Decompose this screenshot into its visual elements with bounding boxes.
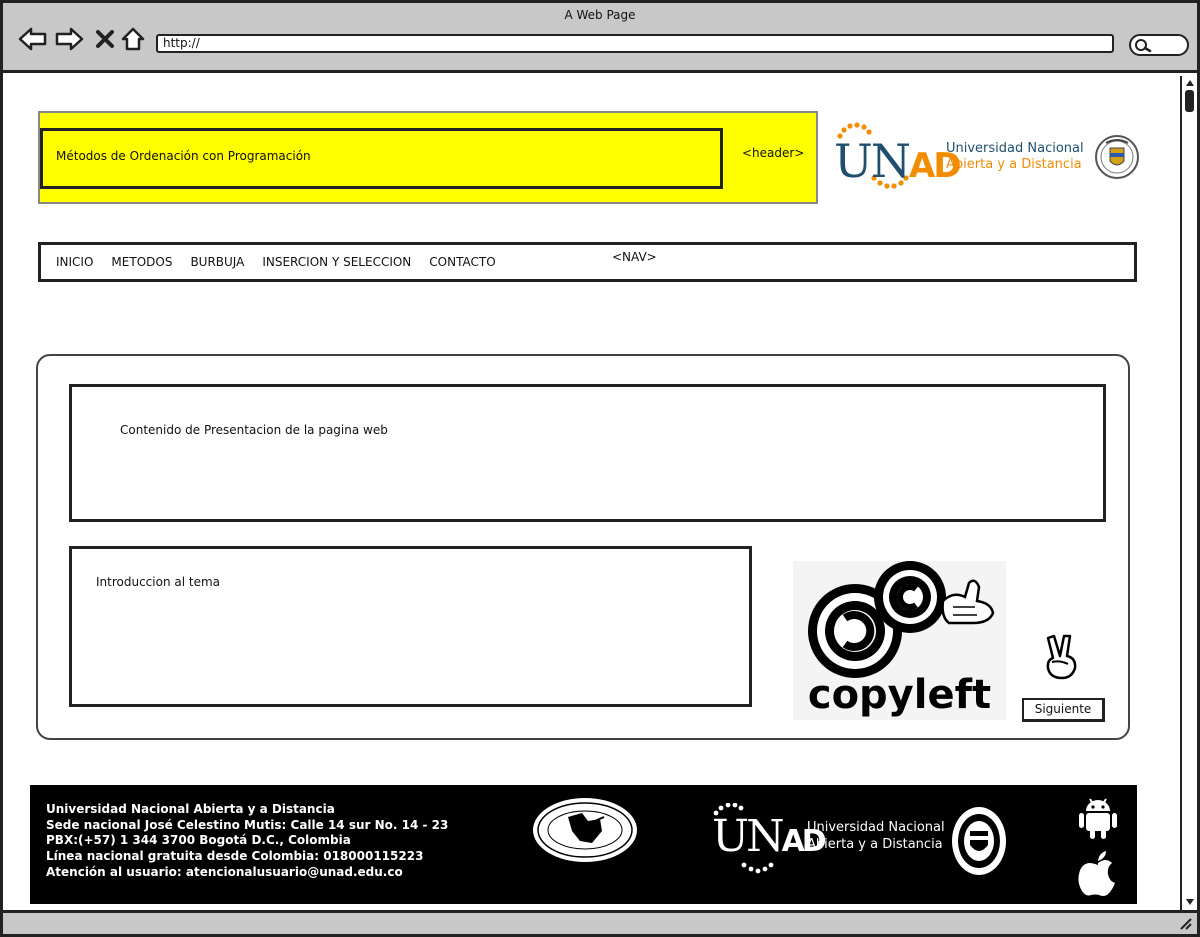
back-icon[interactable] [17,23,49,55]
certification-seal-icon [533,798,637,862]
vertical-scrollbar[interactable] [1180,76,1197,910]
browser-search-field[interactable] [1129,34,1189,56]
forward-icon[interactable] [53,23,85,55]
colombia-seal-icon [1095,135,1139,179]
search-icon [1135,39,1152,53]
unad-name-line2: Abierta y a Distancia [946,157,1082,172]
footer-unad-u: U [712,811,749,862]
window-title: A Web Page [564,8,636,22]
home-icon[interactable] [117,23,149,55]
nav-tag-label: <NAV> [612,250,657,264]
footer-unad-name-line1: Universidad Nacional [807,820,945,835]
url-input[interactable]: http:// [156,34,1114,53]
footer-contact-info: Universidad Nacional Abierta y a Distanc… [46,802,448,881]
footer-line-email: Atención al usuario: atencionalusuario@u… [46,864,403,879]
intro-text: Introduccion al tema [96,575,221,589]
nav-item-insercion-seleccion[interactable]: INSERCION Y SELECCION [262,255,411,269]
footer-line-tollfree: Línea nacional gratuita desde Colombia: … [46,849,424,864]
footer-colombia-seal-icon [952,807,1006,875]
footer-unad-name-line2: Abierta y a Distancia [807,837,943,852]
unad-u: U [834,134,873,188]
scroll-up-icon[interactable] [1185,79,1195,87]
copyleft-icon [808,561,995,678]
presentation-text: Contenido de Presentacion de la pagina w… [120,423,388,437]
resize-grip-icon[interactable] [1179,917,1193,931]
header-tag-label: <header> [742,146,805,160]
android-icon[interactable] [1076,793,1120,841]
nav-item-burbuja[interactable]: BURBUJA [190,255,244,269]
browser-statusbar [3,910,1197,934]
nav-item-inicio[interactable]: INICIO [56,255,93,269]
victory-hand-icon [1046,634,1077,680]
footer-unad-logo: UNAD Universidad Nacional Abierta y a Di… [710,803,950,877]
unad-logo: UNAD Universidad Nacional Abierta y a Di… [834,122,1084,194]
footer-unad-n: N [746,811,784,862]
copyleft-image: copyleft [793,561,1006,720]
scroll-down-icon[interactable] [1185,898,1195,906]
footer-line-university: Universidad Nacional Abierta y a Distanc… [46,802,335,816]
unad-letters: UNAD [834,134,962,191]
header-title: Métodos de Ordenación con Programación [40,128,723,189]
unad-n: N [870,134,911,188]
apple-icon[interactable] [1076,849,1120,897]
unad-name-line1: Universidad Nacional [946,141,1084,156]
nav-item-contacto[interactable]: CONTACTO [429,255,495,269]
nav-item-metodos[interactable]: METODOS [111,255,172,269]
page-header: Métodos de Ordenación con Programación <… [38,111,818,204]
footer-line-address: Sede nacional José Celestino Mutis: Call… [46,817,449,832]
scroll-thumb[interactable] [1185,90,1194,112]
nav-links: INICIO METODOS BURBUJA INSERCION Y SELEC… [56,255,496,269]
main-nav: INICIO METODOS BURBUJA INSERCION Y SELEC… [38,242,1137,282]
page-footer: Universidad Nacional Abierta y a Distanc… [30,785,1137,904]
intro-box: Introduccion al tema [69,546,752,707]
browser-titlebar: A Web Page http:// [3,3,1197,73]
copyleft-label: copyleft [807,672,992,718]
footer-line-phone: PBX:(+57) 1 344 3700 Bogotá D.C., Colomb… [46,833,351,848]
next-button[interactable]: Siguiente [1022,698,1105,722]
presentation-box: Contenido de Presentacion de la pagina w… [69,384,1106,522]
